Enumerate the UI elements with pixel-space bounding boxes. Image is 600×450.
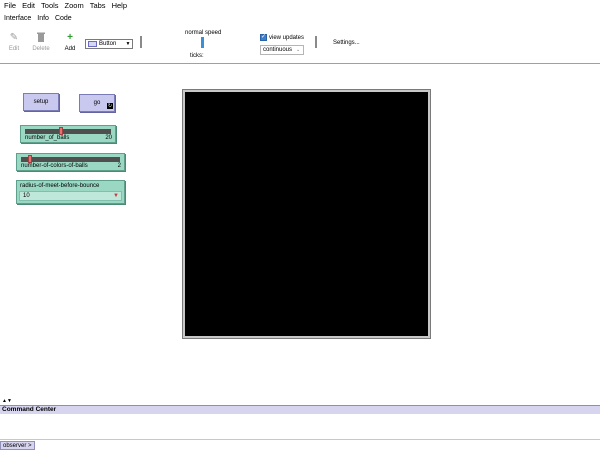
delete-button[interactable]: Delete: [30, 32, 52, 52]
view-updates-label: view updates: [269, 34, 305, 41]
slider-value: 2: [117, 163, 121, 169]
pencil-icon: ✎: [9, 32, 19, 43]
slider-name: number-of-colors-of-balls: [21, 163, 88, 169]
slider-thumb[interactable]: [59, 127, 63, 135]
menu-tools[interactable]: Tools: [38, 0, 62, 12]
toolbar-separator: [140, 36, 142, 48]
world-view[interactable]: [182, 89, 431, 339]
slider-track[interactable]: [21, 157, 120, 162]
speed-label: normal speed: [185, 30, 222, 36]
add-label: Add: [64, 46, 76, 52]
speed-slider[interactable]: [201, 37, 204, 48]
chooser-name: radius-of-meet-before-bounce: [20, 183, 100, 189]
chooser-value: 10: [23, 193, 30, 199]
radius-chooser[interactable]: radius-of-meet-before-bounce 10 ▼: [16, 180, 125, 204]
edit-button[interactable]: ✎ Edit: [3, 32, 25, 52]
slider-value: 20: [105, 135, 112, 141]
slider-name: number_of_balls: [25, 135, 70, 141]
go-button[interactable]: go ↻: [79, 94, 115, 112]
command-input[interactable]: [34, 440, 600, 450]
observer-prompt-selector[interactable]: observer >: [0, 440, 35, 450]
chevron-down-icon: ▼: [125, 41, 131, 47]
interface-toolbar: ✎ Edit Delete + Add Button ▼ normal spee…: [0, 26, 600, 64]
number-of-colors-slider[interactable]: number-of-colors-of-balls 2: [16, 153, 125, 171]
chevron-down-icon: ⌄: [296, 47, 301, 53]
widget-type-value: Button: [99, 41, 117, 47]
chooser-dropdown[interactable]: 10 ▼: [19, 191, 122, 201]
interface-workspace: setup go ↻ number_of_balls 20 number-of-…: [0, 65, 600, 401]
edit-label: Edit: [8, 46, 20, 52]
command-center-input-row: observer >: [0, 440, 600, 450]
tab-interface[interactable]: Interface: [0, 13, 34, 25]
delete-label: Delete: [32, 46, 50, 52]
triangle-down-icon: ▼: [113, 193, 119, 199]
view-updates-toggle[interactable]: ✓ view updates: [260, 34, 304, 41]
menu-bar: File Edit Tools Zoom Tabs Help: [0, 0, 600, 12]
tab-code[interactable]: Code: [52, 13, 75, 25]
collapse-arrows-icon[interactable]: ▲▼: [2, 398, 12, 404]
tab-bar: Interface Info Code: [0, 13, 75, 25]
widget-type-select[interactable]: Button ▼: [85, 39, 133, 49]
button-widget-icon: [88, 41, 97, 47]
update-mode-value: continuous: [263, 47, 293, 53]
setup-button-label: setup: [33, 99, 49, 105]
command-center-output: [0, 414, 600, 440]
number-of-balls-slider[interactable]: number_of_balls 20: [20, 125, 116, 143]
forever-icon: ↻: [107, 103, 113, 109]
toolbar-separator: [315, 36, 317, 48]
trash-icon: [30, 32, 52, 44]
menu-edit[interactable]: Edit: [19, 0, 38, 12]
settings-button[interactable]: Settings...: [330, 40, 363, 46]
world-canvas[interactable]: [185, 92, 428, 336]
tab-info[interactable]: Info: [34, 13, 52, 25]
menu-tabs[interactable]: Tabs: [87, 0, 109, 12]
setup-button[interactable]: setup: [23, 93, 59, 111]
command-center-header: Command Center: [0, 405, 600, 414]
plus-icon: +: [67, 32, 73, 43]
slider-thumb[interactable]: [28, 155, 32, 163]
menu-file[interactable]: File: [0, 0, 19, 12]
checkbox-checked-icon[interactable]: ✓: [260, 34, 267, 41]
add-button[interactable]: + Add: [59, 32, 81, 52]
go-button-label: go: [93, 100, 101, 106]
update-mode-select[interactable]: continuous ⌄: [260, 45, 304, 55]
slider-track[interactable]: [25, 129, 111, 134]
ticks-label: ticks:: [190, 53, 204, 59]
menu-help[interactable]: Help: [109, 0, 130, 12]
menu-zoom[interactable]: Zoom: [62, 0, 87, 12]
